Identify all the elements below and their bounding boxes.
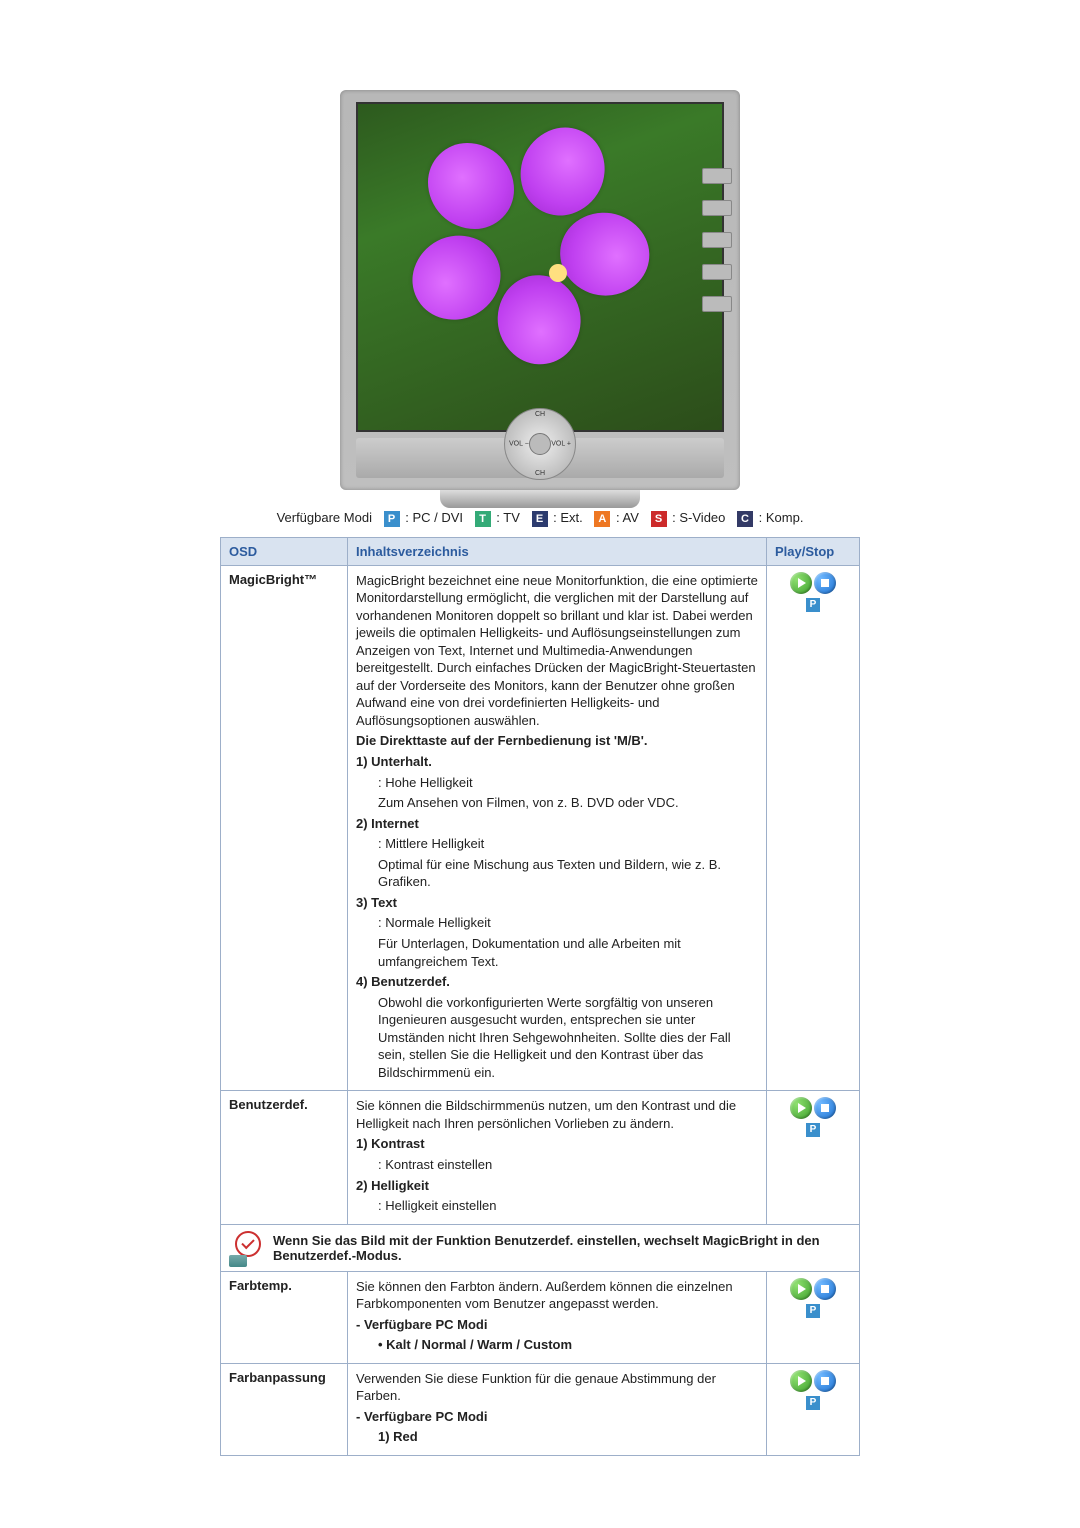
mode-badge-a: A (594, 511, 610, 527)
mb-opt2-l1: : Mittlere Helligkeit (356, 835, 758, 853)
desc-farbanpassung: Verwenden Sie diese Funktion für die gen… (348, 1363, 767, 1455)
mb-opt4-title: 4) Benutzerdef. (356, 973, 758, 991)
play-icon[interactable] (790, 1278, 812, 1300)
monitor-source-button (702, 264, 732, 280)
ft-sub2: • Kalt / Normal / Warm / Custom (356, 1336, 758, 1354)
label-farbtemp: Farbtemp. (221, 1271, 348, 1363)
bd-intro: Sie können die Bildschirmmenüs nutzen, u… (356, 1097, 758, 1132)
header-play: Play/Stop (767, 537, 860, 565)
play-cell-magicbright: P (767, 565, 860, 1091)
desc-benutzerdef: Sie können die Bildschirmmenüs nutzen, u… (348, 1091, 767, 1224)
stop-icon[interactable] (814, 1097, 836, 1119)
available-modes-label: Verfügbare Modi (277, 510, 372, 525)
fa-sub2: 1) Red (356, 1428, 758, 1446)
mode-text-a: : AV (616, 510, 639, 525)
mb-opt3-title: 3) Text (356, 894, 758, 912)
mode-badge-c: C (737, 511, 753, 527)
row-farbtemp: Farbtemp. Sie können den Farbton ändern.… (221, 1271, 860, 1363)
mode-badge-t: T (475, 511, 491, 527)
play-icon[interactable] (790, 572, 812, 594)
mode-text-s: : S-Video (672, 510, 725, 525)
row-farbanpassung: Farbanpassung Verwenden Sie diese Funkti… (221, 1363, 860, 1455)
mb-opt1-l1: : Hohe Helligkeit (356, 774, 758, 792)
osd-header-row: OSD Inhaltsverzeichnis Play/Stop (221, 537, 860, 565)
play-icon[interactable] (790, 1370, 812, 1392)
bd-opt1-title: 1) Kontrast (356, 1135, 758, 1153)
monitor-screen (356, 102, 724, 432)
mb-opt3-l2: Für Unterlagen, Dokumentation und alle A… (356, 935, 758, 970)
header-contents: Inhaltsverzeichnis (348, 537, 767, 565)
dial-left: VOL − (509, 441, 529, 448)
mb-opt1-title: 1) Unterhalt. (356, 753, 758, 771)
mode-text-c: : Komp. (759, 510, 804, 525)
monitor-side-buttons (698, 160, 736, 320)
label-magicbright: MagicBright™ (221, 565, 348, 1091)
stop-icon[interactable] (814, 1370, 836, 1392)
mode-text-p: : PC / DVI (405, 510, 463, 525)
monitor-illustration: BBE DIGITAL CH CH VOL − VOL + (340, 90, 740, 490)
play-cell-benutzerdef: P (767, 1091, 860, 1224)
mb-opt2-title: 2) Internet (356, 815, 758, 833)
page: BBE DIGITAL CH CH VOL − VOL + Verfügbare… (0, 0, 1080, 1516)
label-farbanpassung: Farbanpassung (221, 1363, 348, 1455)
ft-intro: Sie können den Farbton ändern. Außerdem … (356, 1278, 758, 1313)
fa-sub1: - Verfügbare PC Modi (356, 1408, 758, 1426)
mb-opt3-l1: : Normale Helligkeit (356, 914, 758, 932)
mode-text-e: : Ext. (553, 510, 583, 525)
fa-intro: Verwenden Sie diese Funktion für die gen… (356, 1370, 758, 1405)
monitor-menu-button (702, 168, 732, 184)
mode-badge-p-small: P (806, 1123, 820, 1137)
bd-opt2-title: 2) Helligkeit (356, 1177, 758, 1195)
flower-image (458, 173, 658, 373)
mode-badge-p-small: P (806, 1396, 820, 1410)
play-icon[interactable] (790, 1097, 812, 1119)
mode-badge-p-small: P (806, 598, 820, 612)
mb-opt1-l2: Zum Ansehen von Filmen, von z. B. DVD od… (356, 794, 758, 812)
monitor-dial: CH CH VOL − VOL + (504, 408, 576, 480)
monitor-pip-button (702, 296, 732, 312)
play-stop-group: P (790, 572, 836, 612)
header-osd: OSD (221, 537, 348, 565)
desc-farbtemp: Sie können den Farbton ändern. Außerdem … (348, 1271, 767, 1363)
ft-sub1: - Verfügbare PC Modi (356, 1316, 758, 1334)
play-stop-group: P (790, 1278, 836, 1318)
dial-right: VOL + (551, 441, 571, 448)
info-text: Wenn Sie das Bild mit der Funktion Benut… (273, 1231, 851, 1263)
mode-badge-e: E (532, 511, 548, 527)
play-stop-group: P (790, 1097, 836, 1137)
monitor-bezel: CH CH VOL − VOL + (356, 438, 724, 478)
bd-opt1-l1: : Kontrast einstellen (356, 1156, 758, 1174)
play-cell-farbanpassung: P (767, 1363, 860, 1455)
bd-opt2-l1: : Helligkeit einstellen (356, 1197, 758, 1215)
mode-badge-p-small: P (806, 1304, 820, 1318)
info-check-icon (229, 1231, 263, 1265)
monitor-enter-button (702, 232, 732, 248)
row-magicbright: MagicBright™ MagicBright bezeichnet eine… (221, 565, 860, 1091)
play-cell-farbtemp: P (767, 1271, 860, 1363)
play-stop-group: P (790, 1370, 836, 1410)
row-benutzerdef: Benutzerdef. Sie können die Bildschirmme… (221, 1091, 860, 1224)
monitor-base (440, 490, 640, 508)
dial-down: CH (535, 470, 545, 477)
osd-table: OSD Inhaltsverzeichnis Play/Stop MagicBr… (220, 537, 860, 1456)
mode-badge-p: P (384, 511, 400, 527)
available-modes-line: Verfügbare Modi P : PC / DVI T : TV E : … (0, 510, 1080, 527)
mode-text-t: : TV (496, 510, 520, 525)
mb-opt2-l2: Optimal für eine Mischung aus Texten und… (356, 856, 758, 891)
monitor-up-button (702, 200, 732, 216)
mb-direct: Die Direkttaste auf der Fernbedienung is… (356, 732, 758, 750)
stop-icon[interactable] (814, 572, 836, 594)
label-benutzerdef: Benutzerdef. (221, 1091, 348, 1224)
dial-up: CH (535, 411, 545, 418)
desc-magicbright: MagicBright bezeichnet eine neue Monitor… (348, 565, 767, 1091)
mb-intro: MagicBright bezeichnet eine neue Monitor… (356, 572, 758, 730)
mode-badge-s: S (651, 511, 667, 527)
mb-opt4-l1: Obwohl die vorkonfigurierten Werte sorgf… (356, 994, 758, 1082)
info-row: Wenn Sie das Bild mit der Funktion Benut… (221, 1224, 860, 1271)
stop-icon[interactable] (814, 1278, 836, 1300)
